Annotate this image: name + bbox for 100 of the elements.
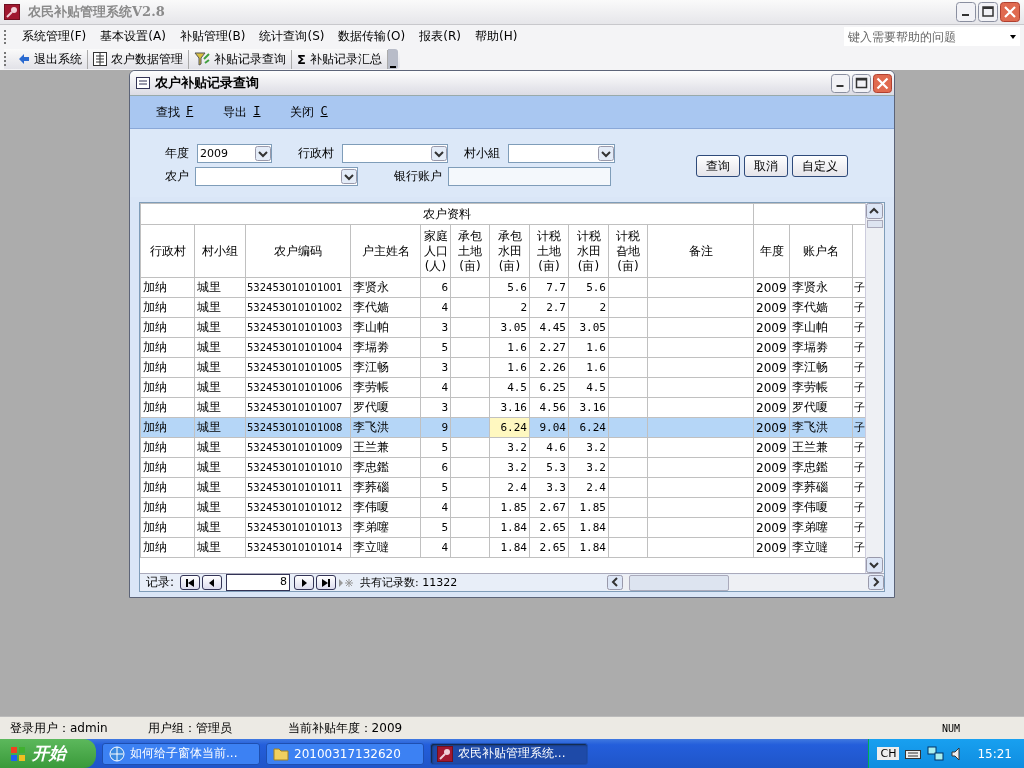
table-cell: 加纳 bbox=[140, 517, 195, 538]
close-icon[interactable] bbox=[873, 73, 892, 93]
table-cell: 1.84 bbox=[489, 517, 530, 538]
close-icon[interactable] bbox=[1000, 2, 1020, 22]
minimize-icon[interactable] bbox=[831, 73, 850, 93]
last-record-icon[interactable] bbox=[320, 577, 333, 588]
table-row[interactable]: 加纳 城里 532453010101004 李塥劵 5 1.6 2.27 1.6 2009 李塥劵 子 bbox=[140, 337, 866, 358]
query-button[interactable]: 查询 bbox=[696, 155, 740, 177]
command-button[interactable]: 关闭 C bbox=[290, 103, 328, 121]
menu-item[interactable]: 报表(R) bbox=[412, 26, 468, 47]
windows-logo-icon bbox=[10, 745, 26, 762]
table-cell: 6 bbox=[420, 277, 451, 298]
scroll-down-icon[interactable] bbox=[866, 557, 884, 573]
taskbar-button[interactable]: 20100317132620 bbox=[266, 742, 424, 765]
table-cell: 7.7 bbox=[529, 277, 569, 298]
query-button[interactable]: 取消 bbox=[744, 155, 788, 177]
key-icon bbox=[4, 4, 20, 20]
column-header: 承包土地(亩) bbox=[457, 228, 483, 274]
horizontal-scrollbar[interactable] bbox=[607, 574, 884, 591]
table-cell: 532453010101005 bbox=[245, 357, 351, 378]
table-cell: 2.4 bbox=[489, 477, 530, 498]
language-indicator[interactable]: CH bbox=[877, 747, 900, 760]
table-cell: 加纳 bbox=[140, 317, 195, 338]
table-cell: 3.2 bbox=[489, 457, 530, 478]
table-cell: 3.05 bbox=[568, 317, 609, 338]
table-cell: 王兰兼 bbox=[789, 437, 853, 458]
table-row[interactable]: 加纳 城里 532453010101003 李山帕 3 3.05 4.45 3.05 2009 李山帕 子 bbox=[140, 317, 866, 338]
keyboard-icon[interactable] bbox=[905, 747, 922, 760]
table-cell: 532453010101014 bbox=[245, 537, 351, 558]
table-cell: 5 bbox=[420, 337, 451, 358]
scrollbar-thumb[interactable] bbox=[629, 574, 729, 591]
table-cell: 城里 bbox=[194, 277, 246, 298]
record-number-field[interactable]: 8 bbox=[226, 574, 291, 591]
scroll-right-icon[interactable] bbox=[868, 575, 884, 590]
table-cell: 李荞碯 bbox=[789, 477, 853, 498]
table-cell: 3.2 bbox=[568, 457, 609, 478]
command-button[interactable]: 查找 F bbox=[156, 103, 194, 121]
table-cell: 加纳 bbox=[140, 417, 195, 438]
table-row[interactable]: 加纳 城里 532453010101001 李贤永 6 5.6 7.7 5.6 2009 李贤永 子 bbox=[140, 277, 866, 298]
menu-item[interactable]: 帮助(H) bbox=[467, 26, 525, 47]
toolbar-button[interactable]: Σ 补贴记录汇总 bbox=[292, 49, 388, 69]
table-row[interactable]: 加纳 城里 532453010101006 李劳帳 4 4.5 6.25 4.5 2009 李劳帳 子 bbox=[140, 377, 866, 398]
toolbar-button[interactable]: 补贴记录查询 bbox=[189, 49, 292, 69]
status-text: 当前补贴年度：2009 bbox=[287, 719, 403, 737]
table-cell: 4 bbox=[420, 537, 451, 558]
maximize-icon[interactable] bbox=[978, 2, 998, 22]
menu-item[interactable]: 系统管理(F) bbox=[15, 26, 94, 47]
table-cell: 2.65 bbox=[529, 517, 569, 538]
table-cell: 李立噠 bbox=[350, 537, 421, 558]
table-cell: 1.6 bbox=[489, 337, 530, 358]
taskbar-button[interactable]: 如何给子窗体当前... bbox=[102, 742, 260, 765]
clock: 15:21 bbox=[977, 746, 1012, 761]
toolbar-button[interactable]: 退出系统 bbox=[13, 49, 88, 69]
table-cell: 2009 bbox=[753, 357, 790, 378]
table-cell: 2009 bbox=[753, 477, 790, 498]
combo-box[interactable]: 2009 bbox=[197, 144, 272, 163]
toolbar-button[interactable]: 农户数据管理 bbox=[88, 49, 189, 69]
status-text: 登录用户：admin bbox=[10, 719, 108, 737]
minimize-icon[interactable] bbox=[956, 2, 976, 22]
table-cell: 1.6 bbox=[568, 337, 609, 358]
table-row[interactable]: 加纳 城里 532453010101007 罗代嗄 3 3.16 4.56 3.16 2009 罗代嗄 子 bbox=[140, 397, 866, 418]
table-cell: 1.6 bbox=[489, 357, 530, 378]
table-row[interactable]: 加纳 城里 532453010101013 李弟噻 5 1.84 2.65 1.84 2009 李弟噻 子 bbox=[140, 517, 866, 538]
help-search-field[interactable]: 键入需要帮助的问题 bbox=[844, 27, 1020, 46]
table-row[interactable]: 加纳 城里 532453010101005 李江畅 3 1.6 2.26 1.6 2009 李江畅 子 bbox=[140, 357, 866, 378]
table-cell: 罗代嗄 bbox=[350, 397, 421, 418]
scrollbar-thumb[interactable] bbox=[867, 220, 883, 228]
table-row[interactable]: 加纳 城里 532453010101002 李代嫱 4 2 2.7 2 2009 李代嫱 子 bbox=[140, 297, 866, 318]
scroll-left-icon[interactable] bbox=[607, 575, 623, 590]
window-title: 农户补贴记录查询 bbox=[155, 74, 260, 92]
table-cell: 李伟嗄 bbox=[350, 497, 421, 518]
globe-icon bbox=[109, 745, 125, 762]
table-cell: 城里 bbox=[194, 337, 246, 358]
table-row[interactable]: 加纳 城里 532453010101011 李荞碯 5 2.4 3.3 2.4 2009 李荞碯 子 bbox=[140, 477, 866, 498]
query-button[interactable]: 自定义 bbox=[792, 155, 848, 177]
menu-item[interactable]: 数据传输(O) bbox=[331, 26, 413, 47]
menu-item[interactable]: 补贴管理(B) bbox=[172, 26, 253, 47]
maximize-icon[interactable] bbox=[852, 73, 871, 93]
taskbar-button[interactable]: 农民补贴管理系统... bbox=[430, 742, 588, 765]
record-label: 记录: bbox=[146, 574, 175, 591]
table-cell: 5.6 bbox=[489, 277, 530, 298]
table-cell: 李贤永 bbox=[789, 277, 853, 298]
column-header: 计税旮地(亩) bbox=[615, 228, 641, 274]
table-row[interactable]: 加纳 城里 532453010101009 王兰兼 5 3.2 4.6 3.2 2009 王兰兼 子 bbox=[140, 437, 866, 458]
table-cell: 加纳 bbox=[140, 457, 195, 478]
network-icon[interactable] bbox=[927, 745, 946, 762]
table-row[interactable]: 加纳 城里 532453010101014 李立噠 4 1.84 2.65 1.84 2009 李立噠 子 bbox=[140, 537, 866, 558]
menu-item[interactable]: 基本设置(A) bbox=[93, 26, 173, 47]
table-row[interactable]: 加纳 城里 532453010101008 李飞洪 9 6.24 9.04 6.24 2009 李飞洪 子 bbox=[140, 417, 866, 438]
first-record-icon[interactable] bbox=[184, 577, 197, 588]
table-cell: 李山帕 bbox=[350, 317, 421, 338]
command-button[interactable]: 导出 I bbox=[223, 103, 261, 121]
table-row[interactable]: 加纳 城里 532453010101010 李忠鑑 6 3.2 5.3 3.2 2009 李忠鑑 子 bbox=[140, 457, 866, 478]
table-cell: 城里 bbox=[194, 517, 246, 538]
menu-item[interactable]: 统计查询(S) bbox=[252, 26, 332, 47]
table-row[interactable]: 加纳 城里 532453010101012 李伟嗄 4 1.85 2.67 1.85 2009 李伟嗄 子 bbox=[140, 497, 866, 518]
vertical-scrollbar[interactable] bbox=[865, 203, 884, 573]
input-field[interactable] bbox=[448, 167, 611, 186]
scroll-up-icon[interactable] bbox=[866, 203, 884, 219]
table-cell: 李飞洪 bbox=[350, 417, 421, 438]
